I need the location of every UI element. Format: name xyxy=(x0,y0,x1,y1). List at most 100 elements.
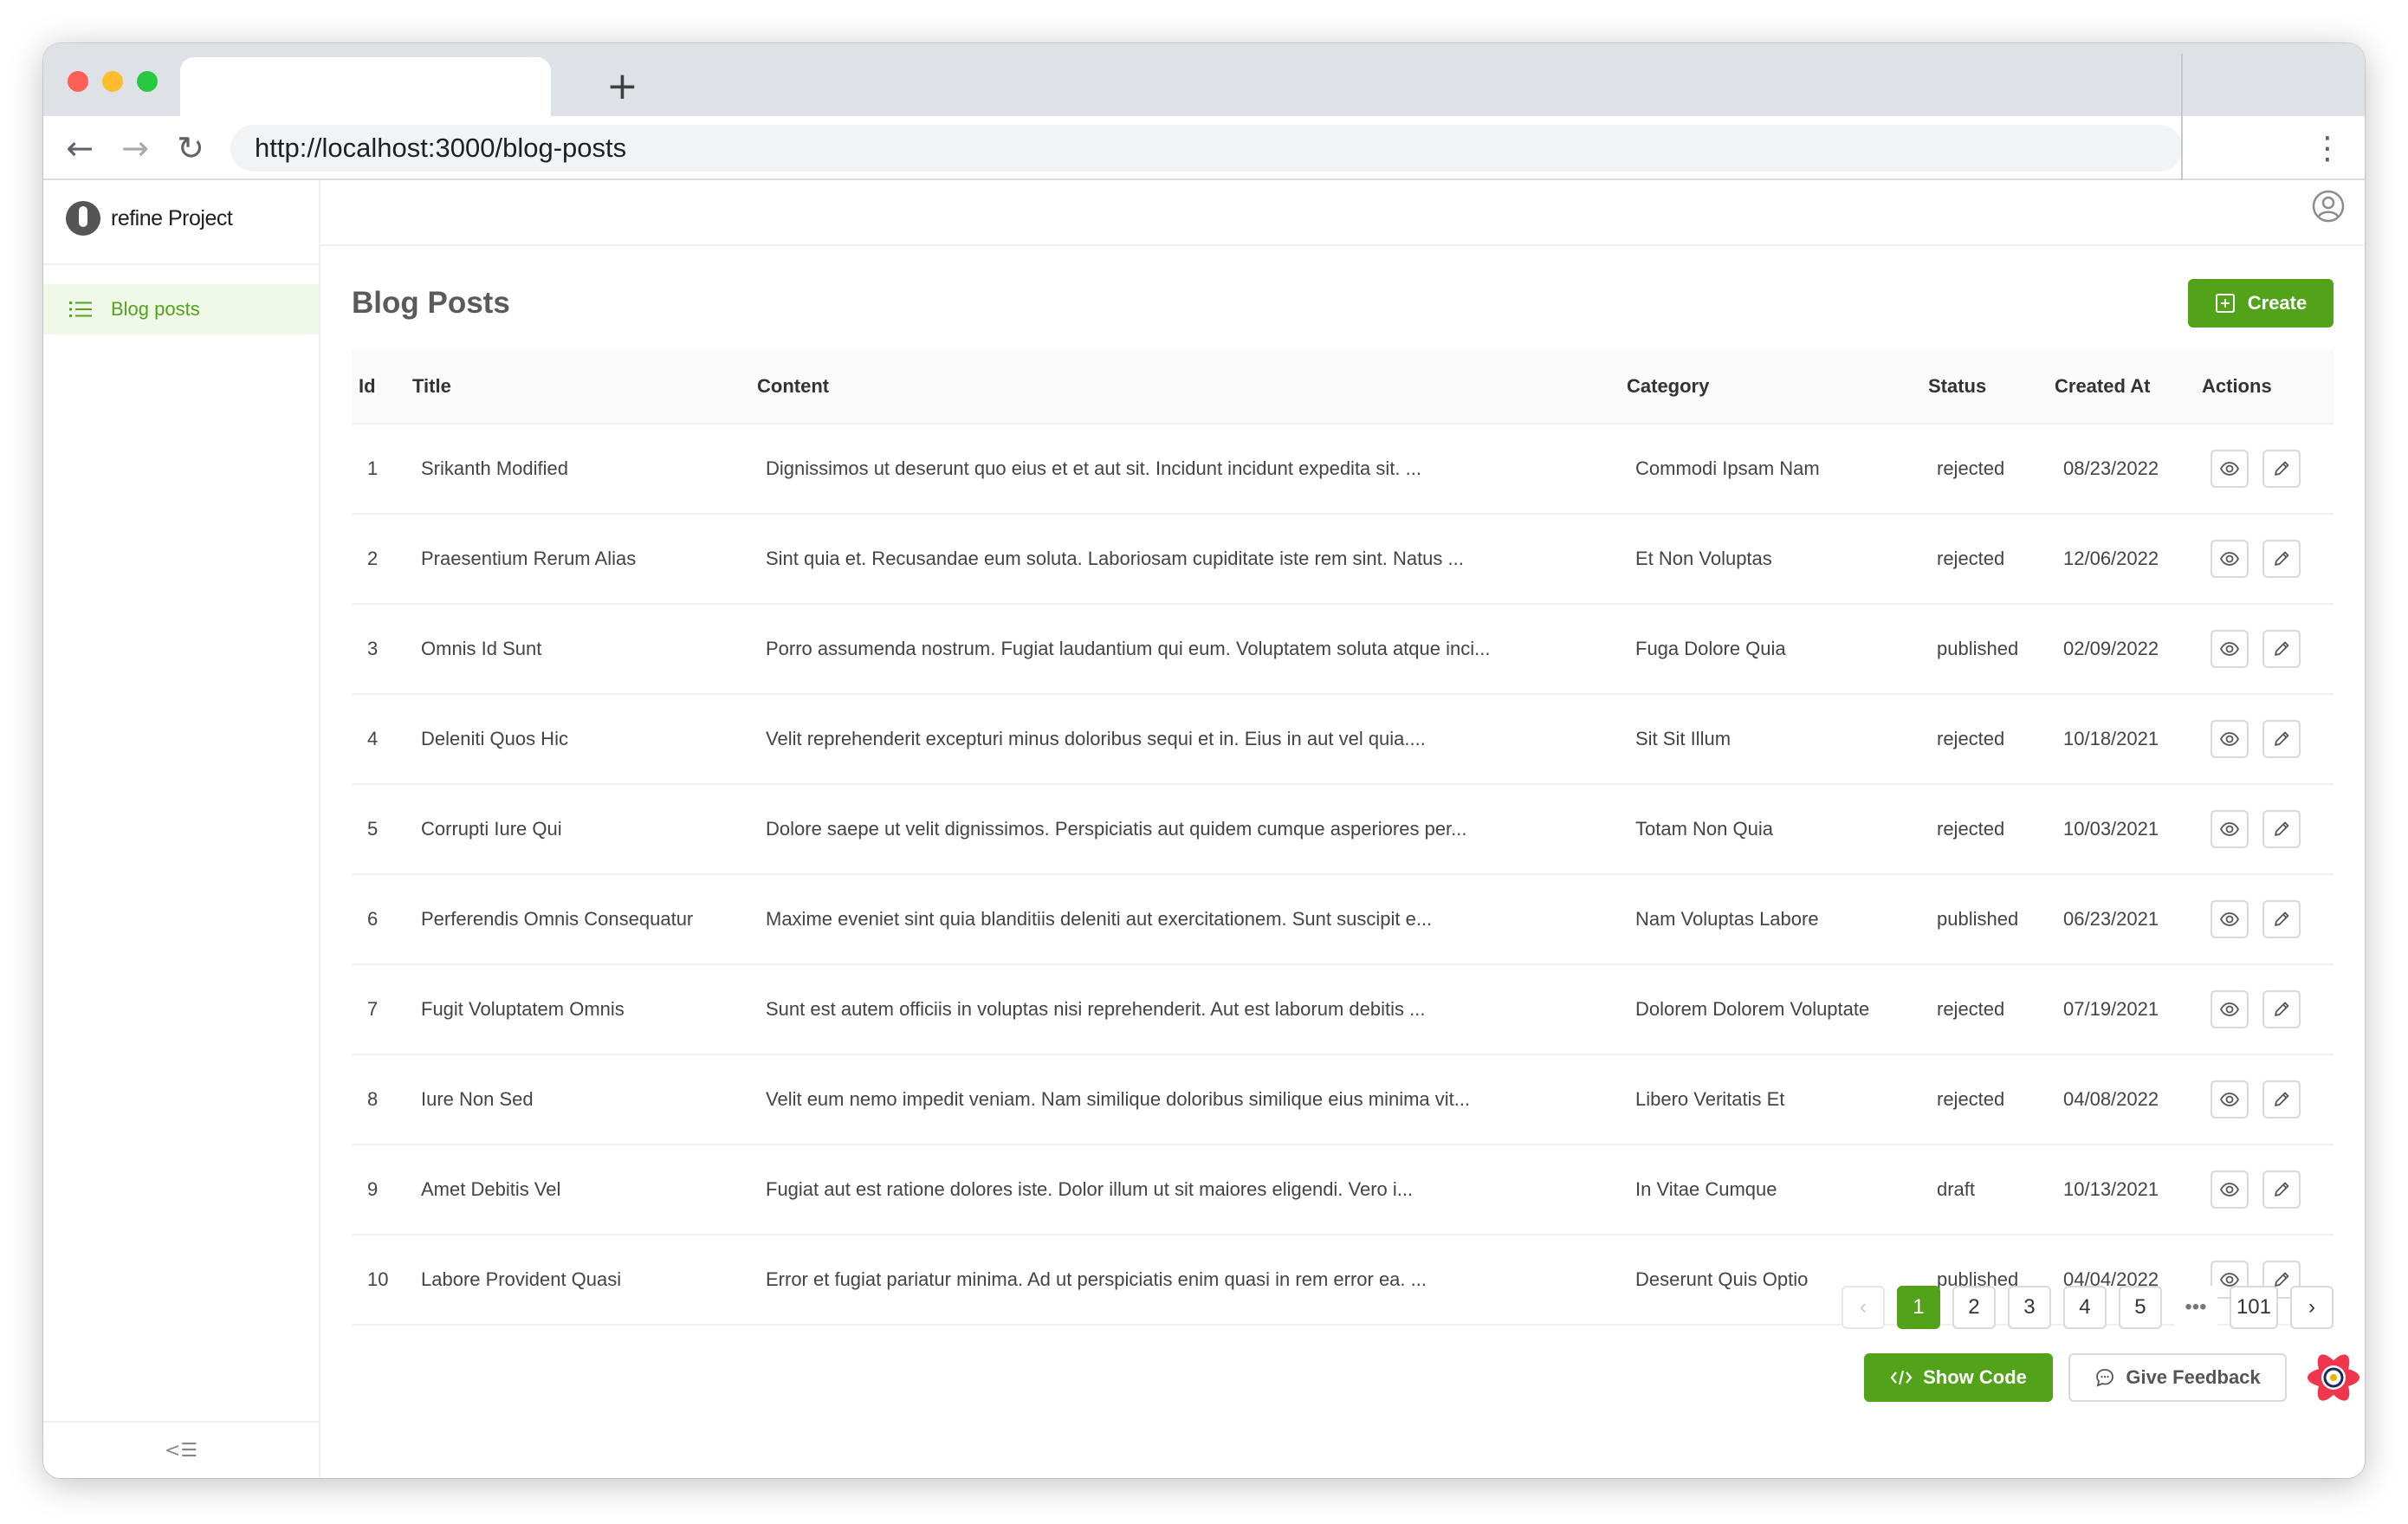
next-page-button[interactable]: › xyxy=(2290,1286,2334,1329)
browser-window: + ← → ↻ http://localhost:3000/blog-posts… xyxy=(43,43,2365,1478)
edit-record-button[interactable] xyxy=(2262,630,2301,668)
eye-icon xyxy=(2219,912,2240,926)
edit-record-button[interactable] xyxy=(2262,810,2301,848)
pagination: ‹ 1 2 3 4 5 ••• 101 › xyxy=(1841,1286,2334,1329)
page-button-2[interactable]: 2 xyxy=(1952,1286,1996,1329)
cell-category: Commodi Ipsam Nam xyxy=(1635,457,1820,479)
create-button[interactable]: Create xyxy=(2188,279,2334,327)
show-record-button[interactable] xyxy=(2211,900,2249,938)
pencil-icon xyxy=(2275,641,2289,656)
back-button[interactable]: ← xyxy=(55,116,104,180)
cell-status: rejected xyxy=(1937,818,2005,840)
give-feedback-button[interactable]: Give Feedback xyxy=(2068,1353,2287,1402)
eye-icon xyxy=(2219,462,2240,476)
app-logo[interactable]: refine Project xyxy=(66,201,233,236)
user-avatar-icon[interactable] xyxy=(2311,189,2346,224)
page-button-1[interactable]: 1 xyxy=(1896,1286,1940,1329)
cell-status: published xyxy=(1937,908,2019,930)
cell-id: 10 xyxy=(367,1268,389,1290)
page-button-last[interactable]: 101 xyxy=(2229,1286,2278,1329)
cell-content: Velit eum nemo impedit veniam. Nam simil… xyxy=(766,1088,1471,1110)
edit-record-button[interactable] xyxy=(2262,450,2301,488)
cell-category: Libero Veritatis Et xyxy=(1635,1088,1785,1110)
cell-content: Dignissimos ut deserunt quo eius et et a… xyxy=(766,457,1421,479)
prev-page-button[interactable]: ‹ xyxy=(1841,1286,1885,1329)
column-header-created-at[interactable]: Created At xyxy=(2048,375,2195,398)
page-button-4[interactable]: 4 xyxy=(2062,1286,2107,1329)
show-record-button[interactable] xyxy=(2211,540,2249,578)
address-bar[interactable]: http://localhost:3000/blog-posts xyxy=(230,125,2183,172)
forward-button[interactable]: → xyxy=(111,116,159,180)
pencil-icon xyxy=(2275,461,2289,476)
edit-record-button[interactable] xyxy=(2262,1080,2301,1119)
main-content: Blog Posts Create Id Title Content Categ… xyxy=(320,246,2365,1478)
cell-created-at: 07/19/2021 xyxy=(2063,998,2159,1020)
blog-posts-table: Id Title Content Category Status Created… xyxy=(352,350,2334,1326)
column-header-content[interactable]: Content xyxy=(750,375,1620,398)
eye-icon xyxy=(2219,1002,2240,1016)
cell-created-at: 10/18/2021 xyxy=(2063,728,2159,749)
close-window-button[interactable] xyxy=(68,71,88,92)
reload-button[interactable]: ↻ xyxy=(166,116,215,180)
cell-category: In Vitae Cumque xyxy=(1635,1178,1777,1200)
cell-category: Nam Voluptas Labore xyxy=(1635,908,1819,930)
show-record-button[interactable] xyxy=(2211,990,2249,1028)
cell-title: Fugit Voluptatem Omnis xyxy=(421,998,625,1020)
show-record-button[interactable] xyxy=(2211,810,2249,848)
column-header-title[interactable]: Title xyxy=(405,375,750,398)
page-button-5[interactable]: 5 xyxy=(2118,1286,2162,1329)
pencil-icon xyxy=(2275,731,2289,746)
cell-status: published xyxy=(1937,638,2019,659)
cell-title: Deleniti Quos Hic xyxy=(421,728,568,749)
cell-content: Error et fugiat pariatur minima. Ad ut p… xyxy=(766,1268,1427,1290)
code-icon xyxy=(1890,1370,1913,1385)
minimize-window-button[interactable] xyxy=(102,71,123,92)
edit-record-button[interactable] xyxy=(2262,540,2301,578)
cell-created-at: 08/23/2022 xyxy=(2063,457,2159,479)
cell-title: Perferendis Omnis Consequatur xyxy=(421,908,694,930)
table-body: 1 Srikanth Modified Dignissimos ut deser… xyxy=(352,425,2334,1326)
cell-id: 3 xyxy=(367,638,379,659)
eye-icon xyxy=(2219,642,2240,656)
show-record-button[interactable] xyxy=(2211,630,2249,668)
cell-id: 9 xyxy=(367,1178,379,1200)
page-button-3[interactable]: 3 xyxy=(2007,1286,2051,1329)
refine-devtools-icon[interactable] xyxy=(2302,1346,2365,1409)
show-record-button[interactable] xyxy=(2211,1171,2249,1209)
refine-logo-icon xyxy=(66,201,100,236)
cell-content: Dolore saepe ut velit dignissimos. Persp… xyxy=(766,818,1467,840)
cell-id: 5 xyxy=(367,818,379,840)
cell-created-at: 10/03/2021 xyxy=(2063,818,2159,840)
cell-category: Totam Non Quia xyxy=(1635,818,1773,840)
table-header: Id Title Content Category Status Created… xyxy=(352,350,2334,425)
cell-category: Sit Sit Illum xyxy=(1635,728,1732,749)
cell-title: Labore Provident Quasi xyxy=(421,1268,622,1290)
show-record-button[interactable] xyxy=(2211,720,2249,758)
show-record-button[interactable] xyxy=(2211,1080,2249,1119)
pencil-icon xyxy=(2275,551,2289,566)
column-header-status[interactable]: Status xyxy=(1921,375,2048,398)
table-row: 6 Perferendis Omnis Consequatur Maxime e… xyxy=(352,875,2334,965)
edit-record-button[interactable] xyxy=(2262,720,2301,758)
edit-record-button[interactable] xyxy=(2262,900,2301,938)
browser-menu-button[interactable]: ⋮ xyxy=(2312,116,2343,180)
sidebar-collapse-button[interactable]: <☰ xyxy=(43,1421,319,1478)
column-header-category[interactable]: Category xyxy=(1620,375,1921,398)
eye-icon xyxy=(2219,1183,2240,1197)
maximize-window-button[interactable] xyxy=(137,71,158,92)
show-code-button[interactable]: Show Code xyxy=(1864,1353,2053,1402)
edit-record-button[interactable] xyxy=(2262,1171,2301,1209)
sidebar-divider xyxy=(43,263,319,265)
table-row: 5 Corrupti Iure Qui Dolore saepe ut veli… xyxy=(352,785,2334,875)
cell-id: 6 xyxy=(367,908,379,930)
show-record-button[interactable] xyxy=(2211,450,2249,488)
app-root: refine Project Blog posts <☰ Blog Posts … xyxy=(43,180,2365,1478)
sidebar-item-blog-posts[interactable]: Blog posts xyxy=(43,284,319,334)
cell-status: rejected xyxy=(1937,548,2005,569)
jump-next-pages-button[interactable]: ••• xyxy=(2173,1286,2217,1329)
column-header-id[interactable]: Id xyxy=(352,375,405,398)
edit-record-button[interactable] xyxy=(2262,990,2301,1028)
cell-title: Corrupti Iure Qui xyxy=(421,818,562,840)
new-tab-button[interactable]: + xyxy=(606,59,638,114)
browser-tab[interactable] xyxy=(180,57,551,116)
